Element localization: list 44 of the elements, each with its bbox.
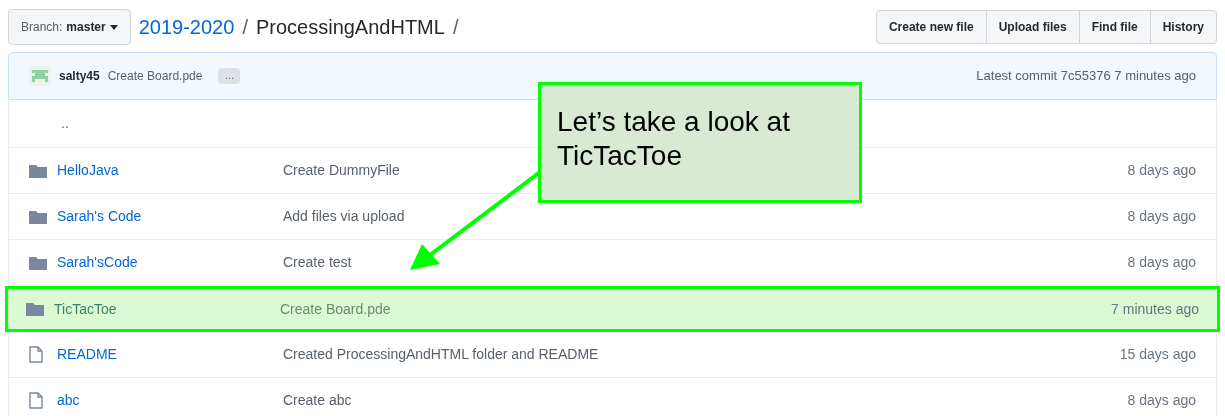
breadcrumb-link[interactable]: 2019-2020 (138, 12, 235, 42)
callout-box: Let’s take a look at TicTacToe (538, 82, 862, 203)
toolbar-button[interactable]: Upload files (985, 10, 1080, 44)
toolbar-button[interactable]: Create new file (875, 10, 987, 44)
file-name-link[interactable]: Sarah's Code (57, 206, 283, 227)
parent-directory-link[interactable]: .. (61, 113, 69, 134)
toolbar-button[interactable]: History (1149, 10, 1217, 44)
file-row[interactable]: README Created ProcessingAndHTML folder and README 15 days ago (9, 332, 1216, 378)
file-name-link[interactable]: README (57, 344, 283, 365)
commit-message-link[interactable]: Create abc (283, 390, 352, 411)
commit-message[interactable]: Create Board.pde (107, 67, 203, 85)
file-row[interactable]: TicTacToe Create Board.pde 7 minutes ago (5, 286, 1220, 332)
file-name-link[interactable]: TicTacToe (54, 298, 280, 320)
expand-button[interactable]: … (218, 68, 241, 84)
folder-icon (29, 163, 47, 178)
folder-icon (26, 302, 44, 316)
current-folder: ProcessingAndHTML (255, 15, 445, 40)
caret-icon (109, 24, 118, 30)
commit-age: 8 days ago (1127, 253, 1196, 272)
commit-message-link[interactable]: Create Board.pde (280, 298, 391, 320)
path-separator: / (242, 15, 248, 40)
commit-age: 8 days ago (1127, 161, 1196, 180)
folder-icon (29, 209, 47, 224)
commit-message-link[interactable]: Add files via upload (283, 206, 405, 227)
avatar-icon (29, 66, 51, 86)
file-icon (29, 346, 43, 363)
commit-message-link[interactable]: Create DummyFile (283, 160, 400, 181)
latest-commit: Latest commit 7c55376 7 minutes ago (976, 67, 1196, 86)
commit-message-link[interactable]: Create test (283, 252, 352, 273)
commit-age: 15 days ago (1119, 345, 1196, 364)
file-name-link[interactable]: HelloJava (57, 160, 283, 181)
commit-author[interactable]: salty45 (59, 67, 100, 85)
commit-age: 8 days ago (1127, 207, 1196, 226)
file-name-link[interactable]: abc (57, 390, 283, 411)
branch-selector[interactable]: Branch: master (8, 9, 131, 45)
commit-message-link[interactable]: Created ProcessingAndHTML folder and README (283, 344, 599, 365)
file-name-link[interactable]: Sarah'sCode (57, 252, 283, 273)
folder-icon (29, 255, 47, 270)
file-row[interactable]: abc Create abc 8 days ago (9, 378, 1216, 416)
path-separator: / (452, 15, 459, 40)
commit-age: 7 minutes ago (1111, 299, 1199, 319)
file-icon (29, 392, 43, 409)
toolbar-button[interactable]: Find file (1078, 10, 1151, 44)
commit-age: 8 days ago (1127, 391, 1196, 410)
